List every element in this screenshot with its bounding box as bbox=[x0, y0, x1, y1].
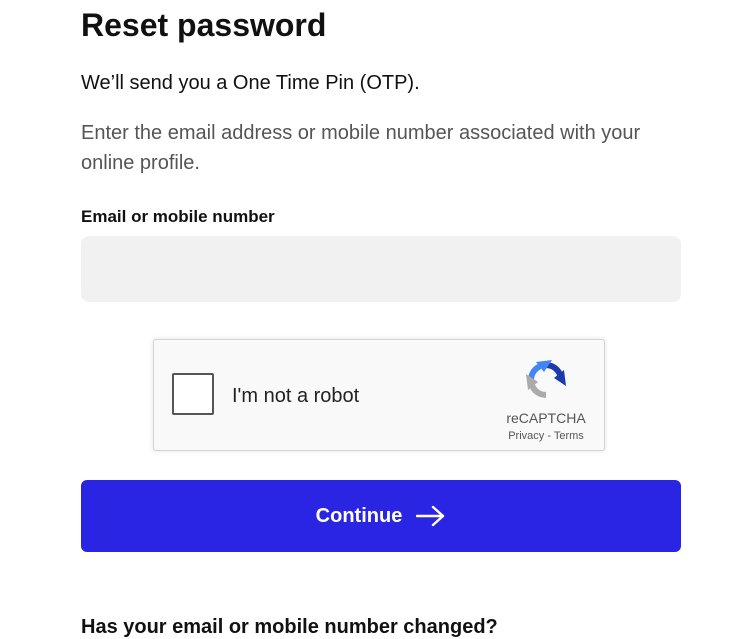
instructions-text: Enter the email address or mobile number… bbox=[81, 122, 641, 174]
contact-changed-heading: Has your email or mobile number changed? bbox=[81, 616, 498, 638]
recaptcha-widget: I'm not a robot reCAPTCHA Privacy - Term… bbox=[153, 339, 605, 451]
recaptcha-brand-text: reCAPTCHA bbox=[506, 410, 586, 426]
otp-lead-text: We’ll send you a One Time Pin (OTP). bbox=[81, 72, 420, 94]
continue-button[interactable]: Continue bbox=[81, 480, 681, 552]
page-title: Reset password bbox=[81, 7, 327, 43]
recaptcha-checkbox[interactable] bbox=[172, 373, 214, 415]
recaptcha-links: Privacy - Terms bbox=[484, 429, 608, 443]
arrow-right-icon bbox=[416, 505, 445, 527]
recaptcha-label: I'm not a robot bbox=[232, 385, 360, 407]
email-or-mobile-label: Email or mobile number bbox=[81, 207, 275, 226]
recaptcha-logo-icon bbox=[526, 360, 566, 398]
continue-button-label: Continue bbox=[315, 504, 403, 527]
recaptcha-privacy-link[interactable]: Privacy bbox=[508, 430, 544, 442]
email-or-mobile-input[interactable] bbox=[81, 236, 681, 302]
recaptcha-terms-link[interactable]: Terms bbox=[554, 430, 584, 442]
recaptcha-link-separator: - bbox=[547, 430, 551, 442]
reset-password-page: Reset password We’ll send you a One Time… bbox=[0, 0, 746, 639]
